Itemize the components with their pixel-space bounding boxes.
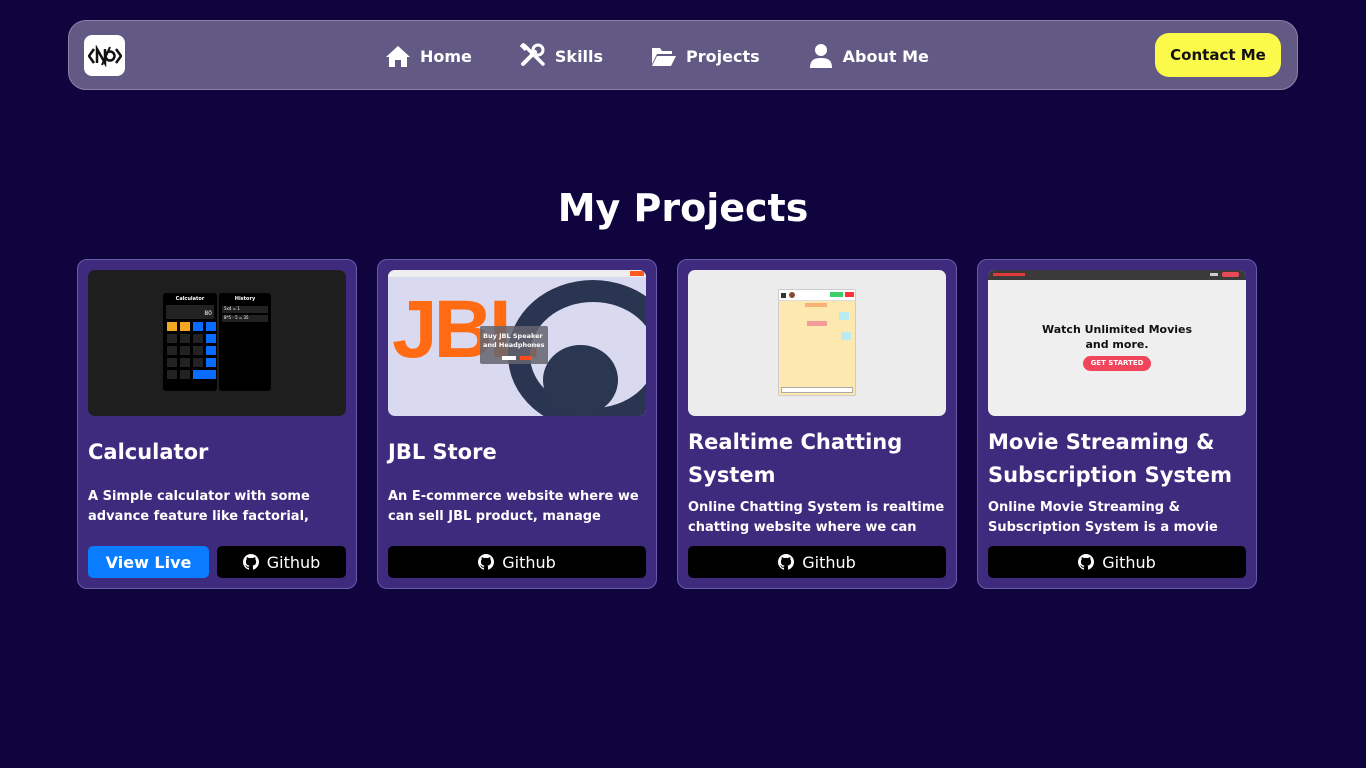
github-button[interactable]: Github [988,546,1246,578]
nav-skills-label: Skills [554,46,604,66]
project-card-movie-streaming: Watch Unlimited Movies and more. GET STA… [977,259,1257,589]
project-title: Calculator [88,440,209,464]
project-thumbnail: Calculator 80 History 5x4 = 1 8*5 - 5 = … [88,270,346,416]
project-title: Movie Streaming & Subscription System [988,430,1233,487]
project-card-realtime-chatting: Realtime Chatting System Online Chatting… [677,259,957,589]
logo[interactable] [84,35,125,76]
navbar: Home Skills Projects About Me Contact Me [68,20,1298,90]
project-actions: Github [388,546,646,578]
nav-home-label: Home [420,46,472,66]
nav-about-label: About Me [842,46,929,66]
nav-links: Home Skills Projects About Me [385,21,977,91]
project-actions: Github [688,546,946,578]
nav-skills[interactable]: Skills [519,43,604,69]
github-label: Github [1102,552,1156,572]
github-label: Github [802,552,856,572]
project-description: Online Movie Streaming & Subscription Sy… [988,500,1218,535]
user-icon [808,43,834,69]
project-description: Online Chatting System is realtime chatt… [688,500,945,535]
logo-icon [87,44,122,67]
view-live-button[interactable]: View Live [88,546,209,578]
github-button[interactable]: Github [217,546,346,578]
github-label: Github [502,552,556,572]
nav-projects[interactable]: Projects [651,43,760,69]
project-title: Realtime Chatting System [688,430,903,487]
github-button[interactable]: Github [388,546,646,578]
contact-me-button[interactable]: Contact Me [1155,33,1281,77]
github-icon [1078,554,1095,570]
project-actions: View Live Github [88,546,346,578]
github-icon [778,554,795,570]
github-button[interactable]: Github [688,546,946,578]
tools-icon [519,43,546,69]
github-label: Github [266,552,321,572]
nav-home[interactable]: Home [385,43,472,69]
folder-icon [651,43,677,69]
projects-grid: Calculator 80 History 5x4 = 1 8*5 - 5 = … [77,259,1257,589]
page-title: My Projects [557,186,809,230]
project-card-jbl-store: JBL Buy JBL Speaker and Headphones JBL S… [377,259,657,589]
nav-projects-label: Projects [686,46,760,66]
project-description: A Simple calculator with some advance fe… [88,489,310,524]
project-thumbnail [688,270,946,416]
home-icon [385,43,411,69]
github-icon [242,554,259,570]
project-thumbnail: JBL Buy JBL Speaker and Headphones [388,270,646,416]
github-icon [478,554,495,570]
project-description: An E-commerce website where we can sell … [388,489,639,524]
nav-about[interactable]: About Me [808,43,929,69]
project-thumbnail: Watch Unlimited Movies and more. GET STA… [988,270,1246,416]
project-card-calculator: Calculator 80 History 5x4 = 1 8*5 - 5 = … [77,259,357,589]
project-actions: Github [988,546,1246,578]
project-title: JBL Store [388,440,497,464]
